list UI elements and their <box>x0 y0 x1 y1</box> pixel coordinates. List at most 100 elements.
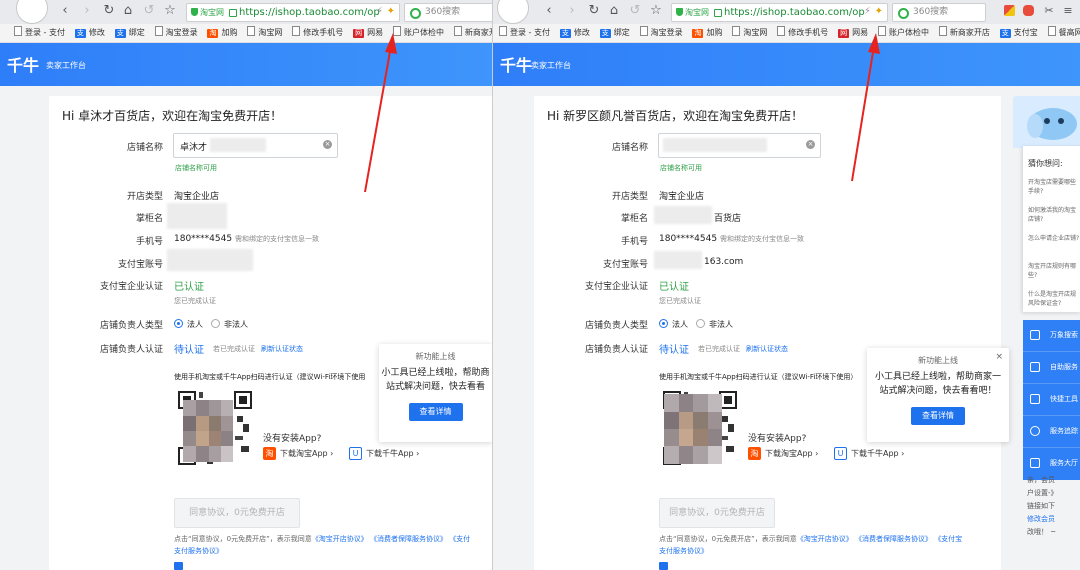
redacted-blur <box>167 203 227 229</box>
back-icon[interactable]: ‹ <box>58 4 72 18</box>
home-icon[interactable]: ⌂ <box>121 4 135 18</box>
bookmark-item[interactable]: 淘加购 <box>207 24 237 42</box>
page-icon <box>639 26 648 36</box>
agree-open-shop-button[interactable]: 同意协议，0元免费开店 <box>659 498 775 528</box>
bookmark-item[interactable]: 餐高网络,16 <box>1047 24 1080 42</box>
faq-question[interactable]: 什么是淘宝开店规风险保证金? <box>1028 290 1080 308</box>
bookmark-item[interactable]: 登录 - 支付 <box>14 24 65 42</box>
phone-label: 手机号 <box>135 237 163 247</box>
menu-icon[interactable]: ≡ <box>1061 4 1075 18</box>
refresh-icon[interactable]: ↻ <box>587 4 601 18</box>
security-shield-icon <box>676 8 683 16</box>
view-details-button[interactable]: 查看详情 <box>911 407 965 425</box>
redacted-blur <box>663 138 767 152</box>
person-cert-note: 若已完成认证 <box>213 345 255 353</box>
clear-input-icon[interactable]: × <box>806 140 815 149</box>
game-icon[interactable] <box>1023 5 1034 16</box>
back-icon[interactable]: ‹ <box>542 4 556 18</box>
bookmark-item[interactable]: 淘宝网 <box>247 24 282 42</box>
service-item-tools[interactable]: 快捷工具 <box>1023 384 1080 416</box>
faq-question[interactable]: 怎么申请企业店铺? <box>1028 234 1080 243</box>
faq-question[interactable]: 开淘宝店需要哪些手续? <box>1028 178 1080 196</box>
faq-question[interactable]: 淘宝开店规则有哪些? <box>1028 262 1080 280</box>
cut-tool-icon[interactable]: ✂ <box>1042 4 1056 18</box>
radio-legal-person[interactable] <box>659 319 668 328</box>
bookmark-item[interactable]: 淘宝网 <box>732 24 767 42</box>
view-details-button[interactable]: 查看详情 <box>408 403 463 421</box>
bookmark-item[interactable]: 登录 - 支付 <box>499 24 550 42</box>
forward-icon[interactable]: › <box>565 4 579 18</box>
bookmark-item[interactable]: 淘加购 <box>692 24 722 42</box>
clock-icon <box>1030 426 1040 436</box>
close-icon[interactable]: × <box>995 352 1003 362</box>
undo-icon[interactable]: ↺ <box>142 4 156 18</box>
download-taobao-link[interactable]: 淘下载淘宝App › <box>748 447 818 460</box>
bookmark-item[interactable]: 修改手机号 <box>777 24 828 42</box>
bookmark-item[interactable]: 支绑定 <box>599 24 630 42</box>
favorite-star-icon[interactable]: ☆ <box>163 4 177 18</box>
service-item-search[interactable]: 万象搜索 <box>1023 320 1080 352</box>
agreement-link[interactable]: 《支付宝 <box>934 535 962 543</box>
agree-checkbox[interactable] <box>174 562 183 570</box>
radio-legal-person[interactable] <box>174 319 183 328</box>
refresh-cert-link[interactable]: 刷新认证状态 <box>261 344 303 354</box>
bookmark-item[interactable]: 支修改 <box>559 24 590 42</box>
bookmark-item[interactable]: 新商家开店 <box>938 24 990 42</box>
qr-code[interactable] <box>662 390 738 466</box>
alipay-icon: 支 <box>999 29 1011 38</box>
download-qianniu-link[interactable]: U 下载千牛App › <box>834 447 904 460</box>
lightning-icon[interactable]: ⚡ <box>864 6 871 17</box>
alipay-cert-note: 您已完成认证 <box>174 297 216 305</box>
bookmark-item[interactable]: 淘宝登录 <box>154 24 198 42</box>
agreement-link[interactable]: 《淘宝开店协议》 <box>312 535 368 543</box>
search-box[interactable]: 360搜索 <box>404 3 492 22</box>
extension-icon[interactable]: ✦ <box>387 6 395 17</box>
address-bar[interactable]: 淘宝网 https://ishop.taobao.com/op ⚡ ✦ <box>671 3 888 22</box>
bookmark-item[interactable]: 新商家开店 <box>453 24 492 42</box>
owner-label: 掌柜名 <box>135 214 163 224</box>
shop-name-input[interactable]: 卓沐才 × <box>173 133 338 158</box>
page-icon <box>1047 26 1056 36</box>
refresh-cert-link[interactable]: 刷新认证状态 <box>746 344 788 354</box>
search-box[interactable]: 360搜索 <box>892 3 986 22</box>
bookmark-item[interactable]: 支修改 <box>74 24 105 42</box>
home-icon[interactable]: ⌂ <box>607 4 621 18</box>
url-text: https://ishop.taobao.com/op <box>239 7 380 18</box>
shop-name-label: 店铺名称 <box>611 143 648 153</box>
agreement-link[interactable]: 《支付 <box>449 535 470 543</box>
service-item-self-help[interactable]: 自助服务 <box>1023 352 1080 384</box>
refresh-icon[interactable]: ↻ <box>102 4 116 18</box>
undo-icon[interactable]: ↺ <box>628 4 642 18</box>
radio-non-legal-person[interactable] <box>211 319 220 328</box>
download-taobao-link[interactable]: 淘下载淘宝App › <box>263 447 333 460</box>
bookmark-item[interactable]: 账户体检中 <box>392 24 444 42</box>
extension-icon[interactable]: ✦ <box>875 6 883 17</box>
forward-icon[interactable]: › <box>80 4 94 18</box>
open-type-value: 淘宝企业店 <box>659 192 705 202</box>
download-qianniu-link[interactable]: U 下载千牛App › <box>349 447 419 460</box>
qianniu-app-icon: U <box>834 447 847 460</box>
agreement-link[interactable]: 《消费者保障服务协议》 <box>370 535 447 543</box>
wrench-icon <box>1030 394 1040 404</box>
favorite-star-icon[interactable]: ☆ <box>649 4 663 18</box>
qr-code[interactable] <box>177 390 253 466</box>
faq-question[interactable]: 如何激活我的淘宝店铺? <box>1028 206 1080 224</box>
bookmark-item[interactable]: 支绑定 <box>114 24 145 42</box>
agree-checkbox[interactable] <box>659 562 668 570</box>
service-item-tracking[interactable]: 服务追踪 <box>1023 416 1080 448</box>
shop-name-input[interactable]: × <box>658 133 821 158</box>
bookmark-item[interactable]: 账户体检中 <box>877 24 929 42</box>
agree-open-shop-button[interactable]: 同意协议，0元免费开店 <box>174 498 300 528</box>
lightning-icon[interactable]: ⚡ <box>376 6 383 17</box>
bookmark-item[interactable]: 淘宝登录 <box>639 24 683 42</box>
agreement-link[interactable]: 《淘宝开店协议》 <box>797 535 853 543</box>
bookmark-item[interactable]: 修改手机号 <box>292 24 343 42</box>
apps-grid-icon[interactable] <box>1004 5 1015 16</box>
taobao-icon: 淘 <box>692 29 704 38</box>
bookmark-item[interactable]: 支支付宝 <box>999 24 1038 42</box>
clear-input-icon[interactable]: × <box>323 140 332 149</box>
bell-icon <box>1030 330 1040 340</box>
radio-non-legal-person[interactable] <box>696 319 705 328</box>
agreement-link[interactable]: 《消费者保障服务协议》 <box>855 535 932 543</box>
address-bar[interactable]: 淘宝网 https://ishop.taobao.com/op ⚡ ✦ <box>186 3 400 22</box>
